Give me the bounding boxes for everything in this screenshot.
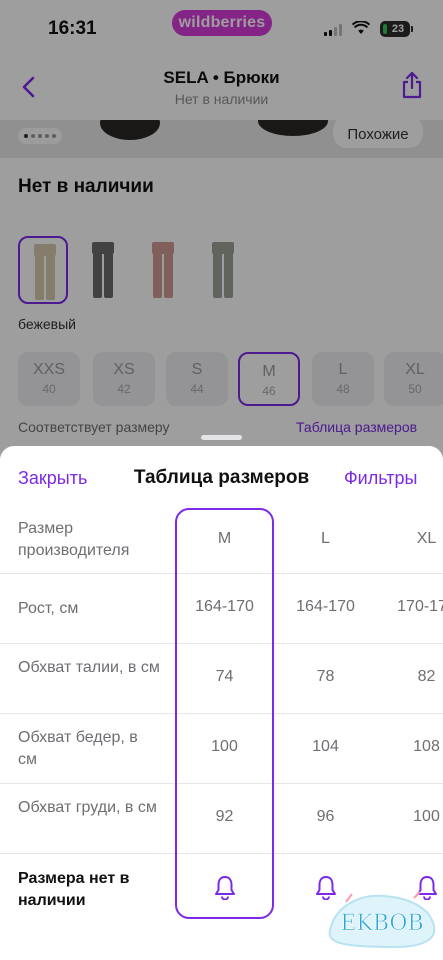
table-cell: 170-176 [397,598,443,615]
header-label: Размер производителя [18,520,130,559]
row-label: Рост, см [18,600,79,617]
filters-button[interactable]: Фильтры [344,468,417,489]
sheet-grabber[interactable] [201,435,242,440]
row-label: Обхват талии, в см [18,659,160,676]
row-label: Обхват бедер, в см [18,729,138,768]
row-label: Обхват груди, в см [18,799,157,816]
svg-text:EKBOB: EKBOB [340,911,423,936]
table-cell: 164-170 [296,598,355,615]
selected-size-column-highlight [175,508,274,919]
notify-label: Размера нет в наличии [18,870,130,909]
table-cell: 100 [413,808,440,825]
table-cell: 96 [316,808,335,825]
table-cell: 104 [312,738,339,755]
column-header: L [321,530,330,547]
table-cell: 108 [413,738,440,755]
table-cell: 78 [316,668,335,685]
ekbob-watermark-logo: EKBOB [328,891,436,949]
column-header: XL [416,530,437,547]
table-cell: 82 [417,668,436,685]
